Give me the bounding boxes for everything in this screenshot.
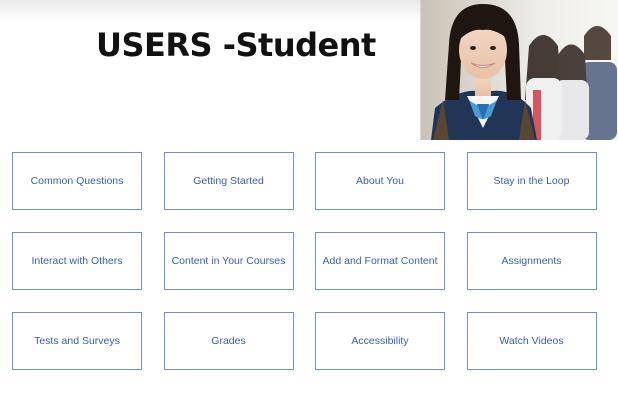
tile-label: Content in Your Courses: [171, 254, 286, 267]
tile-label: Accessibility: [351, 334, 409, 347]
tile-tests-and-surveys[interactable]: Tests and Surveys: [12, 312, 142, 370]
tile-label: Interact with Others: [31, 254, 123, 267]
tile-label: Grades: [211, 334, 246, 347]
topic-tiles: Common Questions Getting Started About Y…: [12, 152, 597, 370]
tile-common-questions[interactable]: Common Questions: [12, 152, 142, 210]
tile-label: Common Questions: [30, 174, 124, 187]
tile-getting-started[interactable]: Getting Started: [163, 152, 294, 210]
page-title: USERS -Student: [96, 26, 376, 64]
tile-add-and-format-content[interactable]: Add and Format Content: [315, 232, 445, 290]
tile-grades[interactable]: Grades: [163, 312, 294, 370]
tile-assignments[interactable]: Assignments: [466, 232, 597, 290]
tile-label: About You: [356, 174, 404, 187]
tile-label: Assignments: [501, 254, 562, 267]
tile-label: Add and Format Content: [322, 254, 438, 267]
tile-label: Getting Started: [193, 174, 264, 187]
tile-stay-in-the-loop[interactable]: Stay in the Loop: [466, 152, 597, 210]
student-photo: [420, 0, 618, 140]
tile-label: Tests and Surveys: [34, 334, 120, 347]
tile-content-in-your-courses[interactable]: Content in Your Courses: [163, 232, 294, 290]
tile-interact-with-others[interactable]: Interact with Others: [12, 232, 142, 290]
tile-label: Stay in the Loop: [493, 174, 570, 187]
tile-watch-videos[interactable]: Watch Videos: [466, 312, 597, 370]
tile-about-you[interactable]: About You: [315, 152, 445, 210]
tile-accessibility[interactable]: Accessibility: [315, 312, 445, 370]
tile-label: Watch Videos: [499, 334, 564, 347]
